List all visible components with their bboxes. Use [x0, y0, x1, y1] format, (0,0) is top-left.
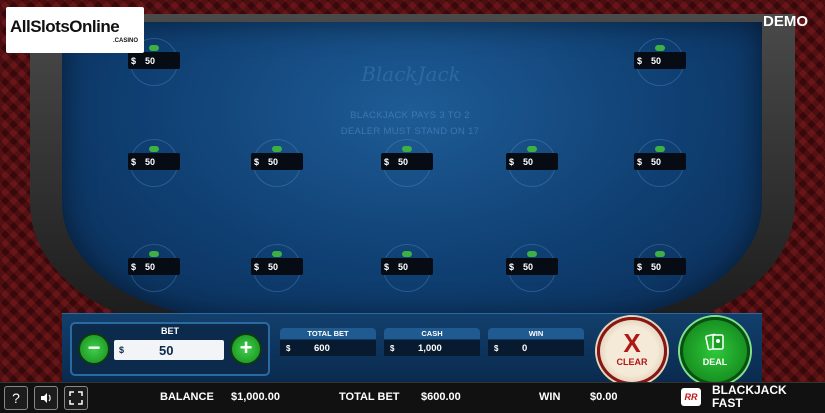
- cards-icon: [705, 333, 724, 351]
- site-logo: AllSlotsOnline .CASINO: [6, 7, 144, 53]
- sound-button[interactable]: [34, 386, 58, 410]
- win-display: WIN $0: [488, 328, 584, 358]
- spot-amount: 50: [145, 156, 156, 167]
- bet-spot[interactable]: $50: [251, 244, 303, 292]
- bet-spot[interactable]: $50: [506, 244, 558, 292]
- bet-amount-field[interactable]: $ 50: [114, 340, 224, 360]
- chip-icon: [149, 146, 159, 152]
- chip-icon: [527, 251, 537, 257]
- bet-spot[interactable]: $50: [381, 244, 433, 292]
- spot-amount: 50: [651, 55, 662, 66]
- demo-label: DEMO: [763, 13, 808, 30]
- felt-logo: BlackJack: [361, 62, 461, 86]
- clear-button[interactable]: X CLEAR: [597, 317, 667, 385]
- provider-logo-icon: RR: [681, 388, 701, 406]
- expand-icon: [69, 391, 83, 405]
- spot-amount: 50: [651, 156, 662, 167]
- chip-icon: [655, 146, 665, 152]
- win-value: 0: [522, 342, 528, 354]
- decrease-bet-button[interactable]: −: [78, 333, 110, 365]
- win-label: WIN: [488, 328, 584, 339]
- speaker-icon: [41, 393, 51, 403]
- cash-label: CASH: [384, 328, 480, 339]
- clear-label: CLEAR: [616, 357, 648, 367]
- spot-amount: 50: [398, 261, 409, 272]
- chip-icon: [655, 251, 665, 257]
- increase-bet-button[interactable]: +: [230, 333, 262, 365]
- chip-icon: [149, 45, 159, 51]
- felt-rule-dealer: DEALER MUST STAND ON 17: [340, 126, 480, 137]
- bottom-win-label: WIN: [539, 391, 561, 403]
- bet-spot[interactable]: $50: [381, 139, 433, 187]
- fullscreen-button[interactable]: [64, 386, 88, 410]
- bet-spot[interactable]: $50: [128, 139, 180, 187]
- bet-spot[interactable]: $50: [128, 244, 180, 292]
- chip-icon: [402, 251, 412, 257]
- game-title: BLACKJACK FAST: [712, 383, 787, 410]
- spot-amount: 50: [145, 261, 156, 272]
- balance-label: BALANCE: [160, 391, 214, 403]
- spot-amount: 50: [523, 156, 534, 167]
- spot-amount: 50: [268, 261, 279, 272]
- spot-amount: 50: [398, 156, 409, 167]
- help-button[interactable]: ?: [4, 386, 28, 410]
- bet-spot[interactable]: $50: [634, 244, 686, 292]
- bet-spot[interactable]: $50: [506, 139, 558, 187]
- cash-value: 1,000: [418, 342, 442, 354]
- felt-rule-payout: BLACKJACK PAYS 3 TO 2: [350, 110, 470, 121]
- spot-amount: 50: [145, 55, 156, 66]
- total-bet-label: TOTAL BET: [280, 328, 376, 339]
- deal-label: DEAL: [702, 357, 728, 367]
- chip-icon: [402, 146, 412, 152]
- spot-amount: 50: [651, 261, 662, 272]
- bottom-total-bet-value: $600.00: [421, 391, 461, 403]
- bet-spot[interactable]: $50: [634, 38, 686, 86]
- bet-label: BET: [161, 326, 179, 336]
- chip-icon: [527, 146, 537, 152]
- chip-icon: [655, 45, 665, 51]
- total-bet-display: TOTAL BET $600: [280, 328, 376, 358]
- status-bar: [0, 382, 825, 413]
- chip-icon: [272, 251, 282, 257]
- bottom-win-value: $0.00: [590, 391, 618, 403]
- bet-currency: $: [119, 345, 125, 355]
- balance-value: $1,000.00: [231, 391, 280, 403]
- bet-spot[interactable]: $50: [251, 139, 303, 187]
- bet-spot[interactable]: $50: [634, 139, 686, 187]
- bottom-total-bet-label: TOTAL BET: [339, 391, 400, 403]
- chip-icon: [272, 146, 282, 152]
- spot-amount: 50: [523, 261, 534, 272]
- clear-x-icon: X: [623, 328, 641, 358]
- bet-spot[interactable]: $50: [128, 38, 180, 86]
- cash-display: CASH $1,000: [384, 328, 480, 358]
- deal-button[interactable]: DEAL: [680, 317, 750, 385]
- logo-main-text: AllSlotsOnline: [10, 17, 120, 36]
- total-bet-value: 600: [314, 342, 330, 354]
- help-icon: ?: [12, 390, 20, 406]
- logo-sub-text: .CASINO: [112, 38, 138, 44]
- bet-value: 50: [159, 342, 174, 358]
- chip-icon: [149, 251, 159, 257]
- spot-amount: 50: [268, 156, 279, 167]
